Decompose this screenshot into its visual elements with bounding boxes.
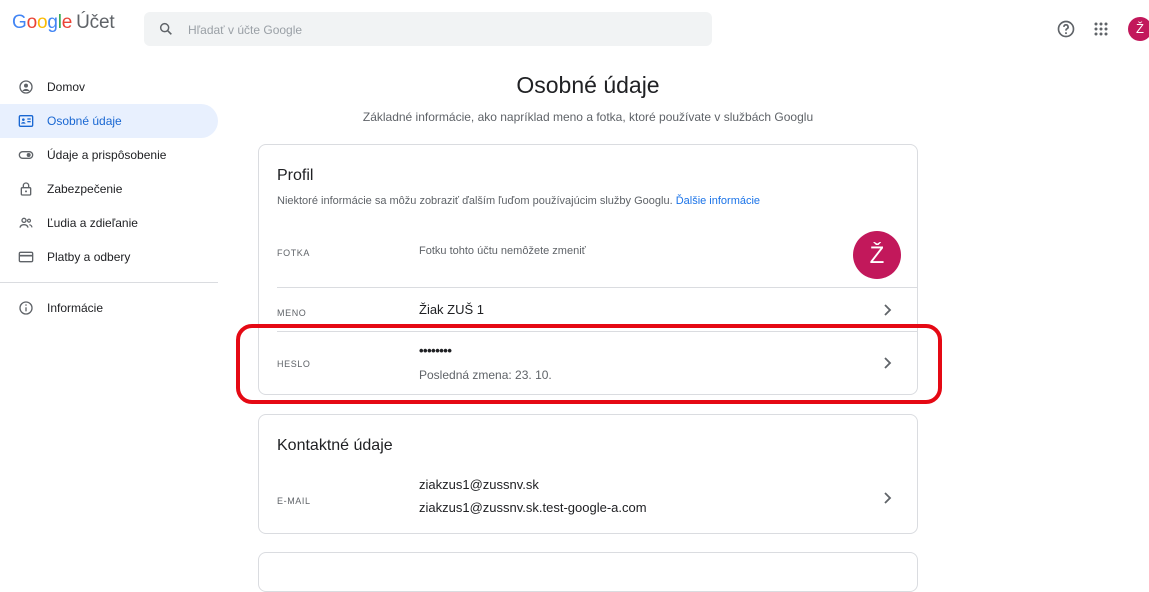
page-subtitle: Základné informácie, ako napríklad meno …	[362, 110, 814, 124]
email-primary: ziakzus1@zussnv.sk	[419, 477, 539, 492]
profile-photo-avatar: Ž	[853, 231, 901, 279]
photo-value: Fotku tohto účtu nemôžete zmeniť	[419, 245, 586, 257]
apps-grid-icon[interactable]	[1091, 19, 1111, 39]
profile-card-title: Profil	[277, 167, 314, 184]
contact-card-title: Kontaktné údaje	[277, 437, 393, 454]
search-bar[interactable]	[144, 12, 712, 48]
sidebar-item-personal-info[interactable]: Osobné údaje	[0, 104, 218, 138]
search-input[interactable]	[186, 12, 690, 48]
people-icon	[19, 217, 33, 228]
contact-card: Kontaktné údaje E-MAIL ziakzus1@zussnv.s…	[258, 414, 918, 534]
sidebar-item-about[interactable]: Informácie	[0, 291, 218, 325]
sidebar-item-security[interactable]: Zabezpečenie	[0, 172, 218, 206]
photo-row: FOTKA Fotku tohto účtu nemôžete zmeniť Ž	[259, 225, 917, 287]
name-value: Žiak ZUŠ 1	[419, 302, 485, 317]
home-icon	[19, 80, 33, 94]
sidebar-item-home[interactable]: Domov	[0, 70, 218, 104]
search-icon	[159, 22, 172, 35]
sidebar-item-people-sharing[interactable]: Ľudia a zdieľanie	[0, 206, 218, 240]
photo-label: FOTKA	[277, 248, 311, 258]
info-icon	[19, 301, 33, 315]
email-label: E-MAIL	[277, 496, 311, 506]
id-card-icon	[18, 115, 34, 127]
sidebar-item-payments[interactable]: Platby a odbery	[0, 240, 218, 274]
product-name: Účet	[76, 12, 115, 33]
profile-card-description: Niektoré informácie sa môžu zobraziť ďal…	[277, 195, 760, 207]
google-wordmark: Google	[12, 12, 73, 33]
chevron-right-icon	[884, 492, 892, 504]
chevron-right-icon	[884, 304, 892, 316]
account-avatar[interactable]: Ž	[1128, 17, 1149, 41]
sidebar-item-data-privacy[interactable]: Údaje a prispôsobenie	[0, 138, 218, 172]
sidebar-item-label: Domov	[47, 80, 86, 94]
app-header: GoogleÚčet Ž	[0, 0, 1149, 58]
name-label: MENO	[277, 308, 307, 318]
profile-desc-text: Niektoré informácie sa môžu zobraziť ďal…	[277, 195, 673, 207]
help-icon[interactable]	[1056, 19, 1076, 39]
lock-icon	[20, 182, 32, 196]
sidebar-item-label: Informácie	[47, 301, 104, 315]
sidebar-item-label: Ľudia a zdieľanie	[47, 216, 138, 230]
email-row[interactable]: E-MAIL ziakzus1@zussnv.sk ziakzus1@zussn…	[259, 467, 917, 533]
page-title: Osobné údaje	[516, 72, 660, 98]
password-highlight-box	[236, 324, 942, 404]
sidebar-nav: Domov Osobné údaje Údaje a prispôsobenie…	[0, 70, 230, 325]
google-account-logo[interactable]: Google Účet	[12, 12, 115, 34]
card-icon	[18, 251, 34, 263]
next-card	[258, 552, 918, 592]
email-secondary: ziakzus1@zussnv.sk.test-google-a.com	[419, 500, 647, 515]
sidebar-item-label: Zabezpečenie	[47, 182, 123, 196]
sidebar-divider	[0, 282, 218, 283]
sidebar-item-label: Údaje a prispôsobenie	[47, 148, 167, 162]
sidebar-item-label: Osobné údaje	[47, 114, 122, 128]
toggle-icon	[18, 151, 34, 159]
sidebar-item-label: Platby a odbery	[47, 250, 131, 264]
learn-more-link[interactable]: Ďalšie informácie	[676, 195, 760, 207]
